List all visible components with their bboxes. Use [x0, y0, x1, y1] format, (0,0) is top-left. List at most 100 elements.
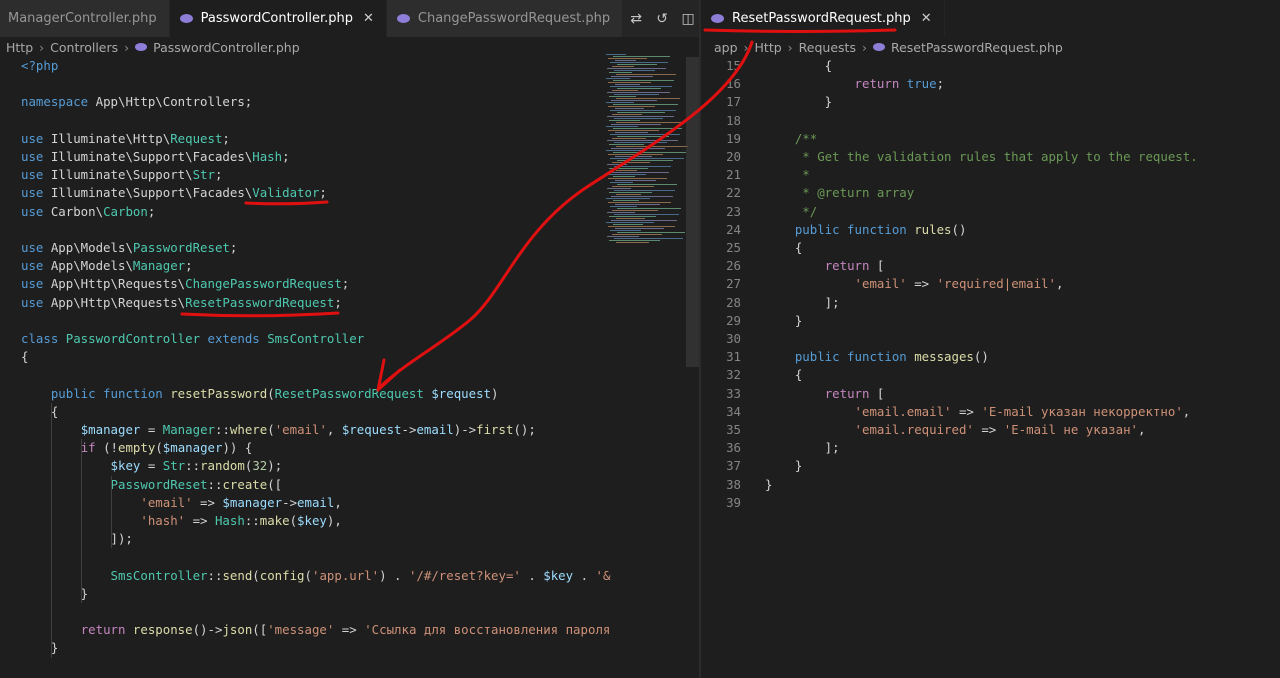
- code-token: Illuminate\Support\Facades\: [50, 149, 253, 164]
- code-token: {: [765, 58, 833, 73]
- code-line[interactable]: {: [765, 366, 802, 384]
- line-number: 24: [726, 221, 741, 237]
- minimap-line: [609, 96, 636, 97]
- code-token: email: [416, 422, 454, 437]
- code-line[interactable]: $key = Str::random(32);: [21, 457, 283, 475]
- code-line[interactable]: }: [765, 457, 802, 475]
- code-line[interactable]: return [: [765, 385, 885, 403]
- code-token: ();: [513, 422, 536, 437]
- history-icon[interactable]: ↺: [649, 11, 675, 27]
- code-line[interactable]: ];: [765, 294, 840, 312]
- code-line[interactable]: {: [21, 348, 28, 366]
- tab-label: ChangePasswordRequest.php: [417, 11, 611, 26]
- code-line[interactable]: {: [765, 239, 802, 257]
- tab-reset-password-request[interactable]: ResetPasswordRequest.php ✕: [701, 0, 945, 37]
- breadcrumb-item[interactable]: Http: [6, 40, 33, 55]
- code-line[interactable]: }: [765, 476, 772, 494]
- code-line[interactable]: 'email' => $manager->email,: [21, 494, 341, 512]
- code-line[interactable]: {: [21, 403, 58, 421]
- minimap-line: [613, 128, 682, 129]
- code-line[interactable]: ]);: [21, 530, 133, 548]
- breadcrumb-item[interactable]: ResetPasswordRequest.php: [891, 40, 1063, 55]
- minimap-line: [609, 216, 656, 217]
- breadcrumb-item[interactable]: app: [714, 40, 738, 55]
- code-line[interactable]: use Carbon\Carbon;: [21, 203, 155, 221]
- code-line[interactable]: class PasswordController extends SmsCont…: [21, 330, 364, 348]
- code-token: ;: [229, 240, 238, 255]
- code-line[interactable]: PasswordReset::create([: [21, 476, 283, 494]
- code-token: ];: [765, 294, 840, 310]
- split-editor-icon[interactable]: ◫: [675, 11, 700, 27]
- code-line[interactable]: 'email.email' => 'E-mail указан некоррек…: [765, 403, 1191, 421]
- breadcrumb-item[interactable]: Http: [755, 40, 782, 55]
- code-line[interactable]: * Get the validation rules that apply to…: [765, 148, 1197, 166]
- code-token: ;: [936, 76, 945, 92]
- code-line[interactable]: }: [21, 585, 88, 603]
- code-line[interactable]: }: [765, 312, 802, 330]
- code-token: $manager: [80, 422, 141, 437]
- code-token: first: [476, 422, 514, 437]
- code-line[interactable]: use App\Models\Manager;: [21, 257, 193, 275]
- minimap-line: [608, 202, 671, 203]
- code-line[interactable]: <?php: [21, 57, 58, 75]
- code-line[interactable]: * @return array: [765, 184, 914, 202]
- code-line[interactable]: }: [21, 639, 58, 657]
- code-line[interactable]: use App\Models\PasswordReset;: [21, 239, 237, 257]
- minimap-line: [617, 64, 657, 65]
- breadcrumb-item[interactable]: PasswordController.php: [153, 40, 300, 55]
- code-line[interactable]: 'email.required' => 'E-mail не указан',: [765, 421, 1146, 439]
- code-line[interactable]: return [: [765, 257, 885, 275]
- tab-change-password-request[interactable]: ChangePasswordRequest.php: [386, 0, 624, 37]
- tab-manager-controller[interactable]: ManagerController.php: [0, 0, 170, 37]
- code-line[interactable]: return true;: [765, 75, 945, 93]
- minimap-line: [612, 90, 638, 91]
- code-line[interactable]: if (!empty($manager)) {: [21, 439, 253, 457]
- code-line[interactable]: SmsController::send(config('app.url') . …: [21, 567, 611, 585]
- code-line[interactable]: 'email' => 'required|email',: [765, 275, 1064, 293]
- code-line[interactable]: namespace App\Http\Controllers;: [21, 93, 252, 111]
- code-editor[interactable]: <?php namespace App\Http\Controllers; use …: [0, 57, 700, 678]
- code-line[interactable]: $manager = Manager::where('email', $requ…: [21, 421, 536, 439]
- code-token: App\Models\: [50, 240, 133, 255]
- code-line[interactable]: ];: [765, 439, 840, 457]
- code-line[interactable]: use App\Http\Requests\ChangePasswordRequ…: [21, 275, 349, 293]
- code-token: ,: [1055, 276, 1064, 292]
- compare-changes-icon[interactable]: ⇄: [623, 11, 649, 27]
- breadcrumb-item[interactable]: Controllers: [50, 40, 118, 55]
- code-line[interactable]: {: [765, 57, 832, 75]
- code-line[interactable]: use Illuminate\Http\Request;: [21, 130, 230, 148]
- code-line[interactable]: *: [765, 166, 809, 184]
- code-token: ()->: [192, 622, 223, 638]
- code-line[interactable]: use Illuminate\Support\Str;: [21, 166, 222, 184]
- code-token: config: [259, 567, 305, 583]
- code-token: $key: [110, 458, 141, 474]
- line-number: 19: [726, 130, 741, 146]
- code-editor[interactable]: { return true; } /** * Get the validatio…: [701, 57, 1280, 678]
- vertical-scrollbar[interactable]: [686, 57, 700, 367]
- code-line[interactable]: return response()->json(['message' => 'С…: [21, 621, 611, 639]
- code-line[interactable]: 'hash' => Hash::make($key),: [21, 512, 341, 530]
- code-token: App\Http\Controllers;: [95, 94, 253, 110]
- code-line[interactable]: public function rules(): [765, 221, 967, 239]
- minimap-line: [611, 76, 653, 77]
- code-line[interactable]: /**: [765, 130, 817, 148]
- breadcrumb-item[interactable]: Requests: [799, 40, 856, 55]
- code-line[interactable]: */: [765, 203, 817, 221]
- code-token: 'E-mail не указан': [1003, 422, 1139, 437]
- close-icon[interactable]: ✕: [921, 11, 932, 26]
- code-line[interactable]: public function resetPassword(ResetPassw…: [21, 385, 499, 403]
- code-line[interactable]: use Illuminate\Support\Facades\Validator…: [21, 184, 327, 202]
- minimap-line: [610, 62, 668, 63]
- code-token: .: [573, 567, 596, 583]
- minimap[interactable]: [606, 54, 690, 244]
- code-token: Carbon: [103, 203, 148, 219]
- code-line[interactable]: public function messages(): [765, 348, 989, 366]
- code-token: $manager: [222, 494, 283, 510]
- close-icon[interactable]: ✕: [363, 11, 374, 26]
- code-line[interactable]: use Illuminate\Support\Facades\Hash;: [21, 148, 290, 166]
- code-line[interactable]: }: [765, 93, 832, 111]
- tab-password-controller[interactable]: PasswordController.php ✕: [169, 0, 387, 37]
- code-line[interactable]: use App\Http\Requests\ResetPasswordReque…: [21, 294, 342, 312]
